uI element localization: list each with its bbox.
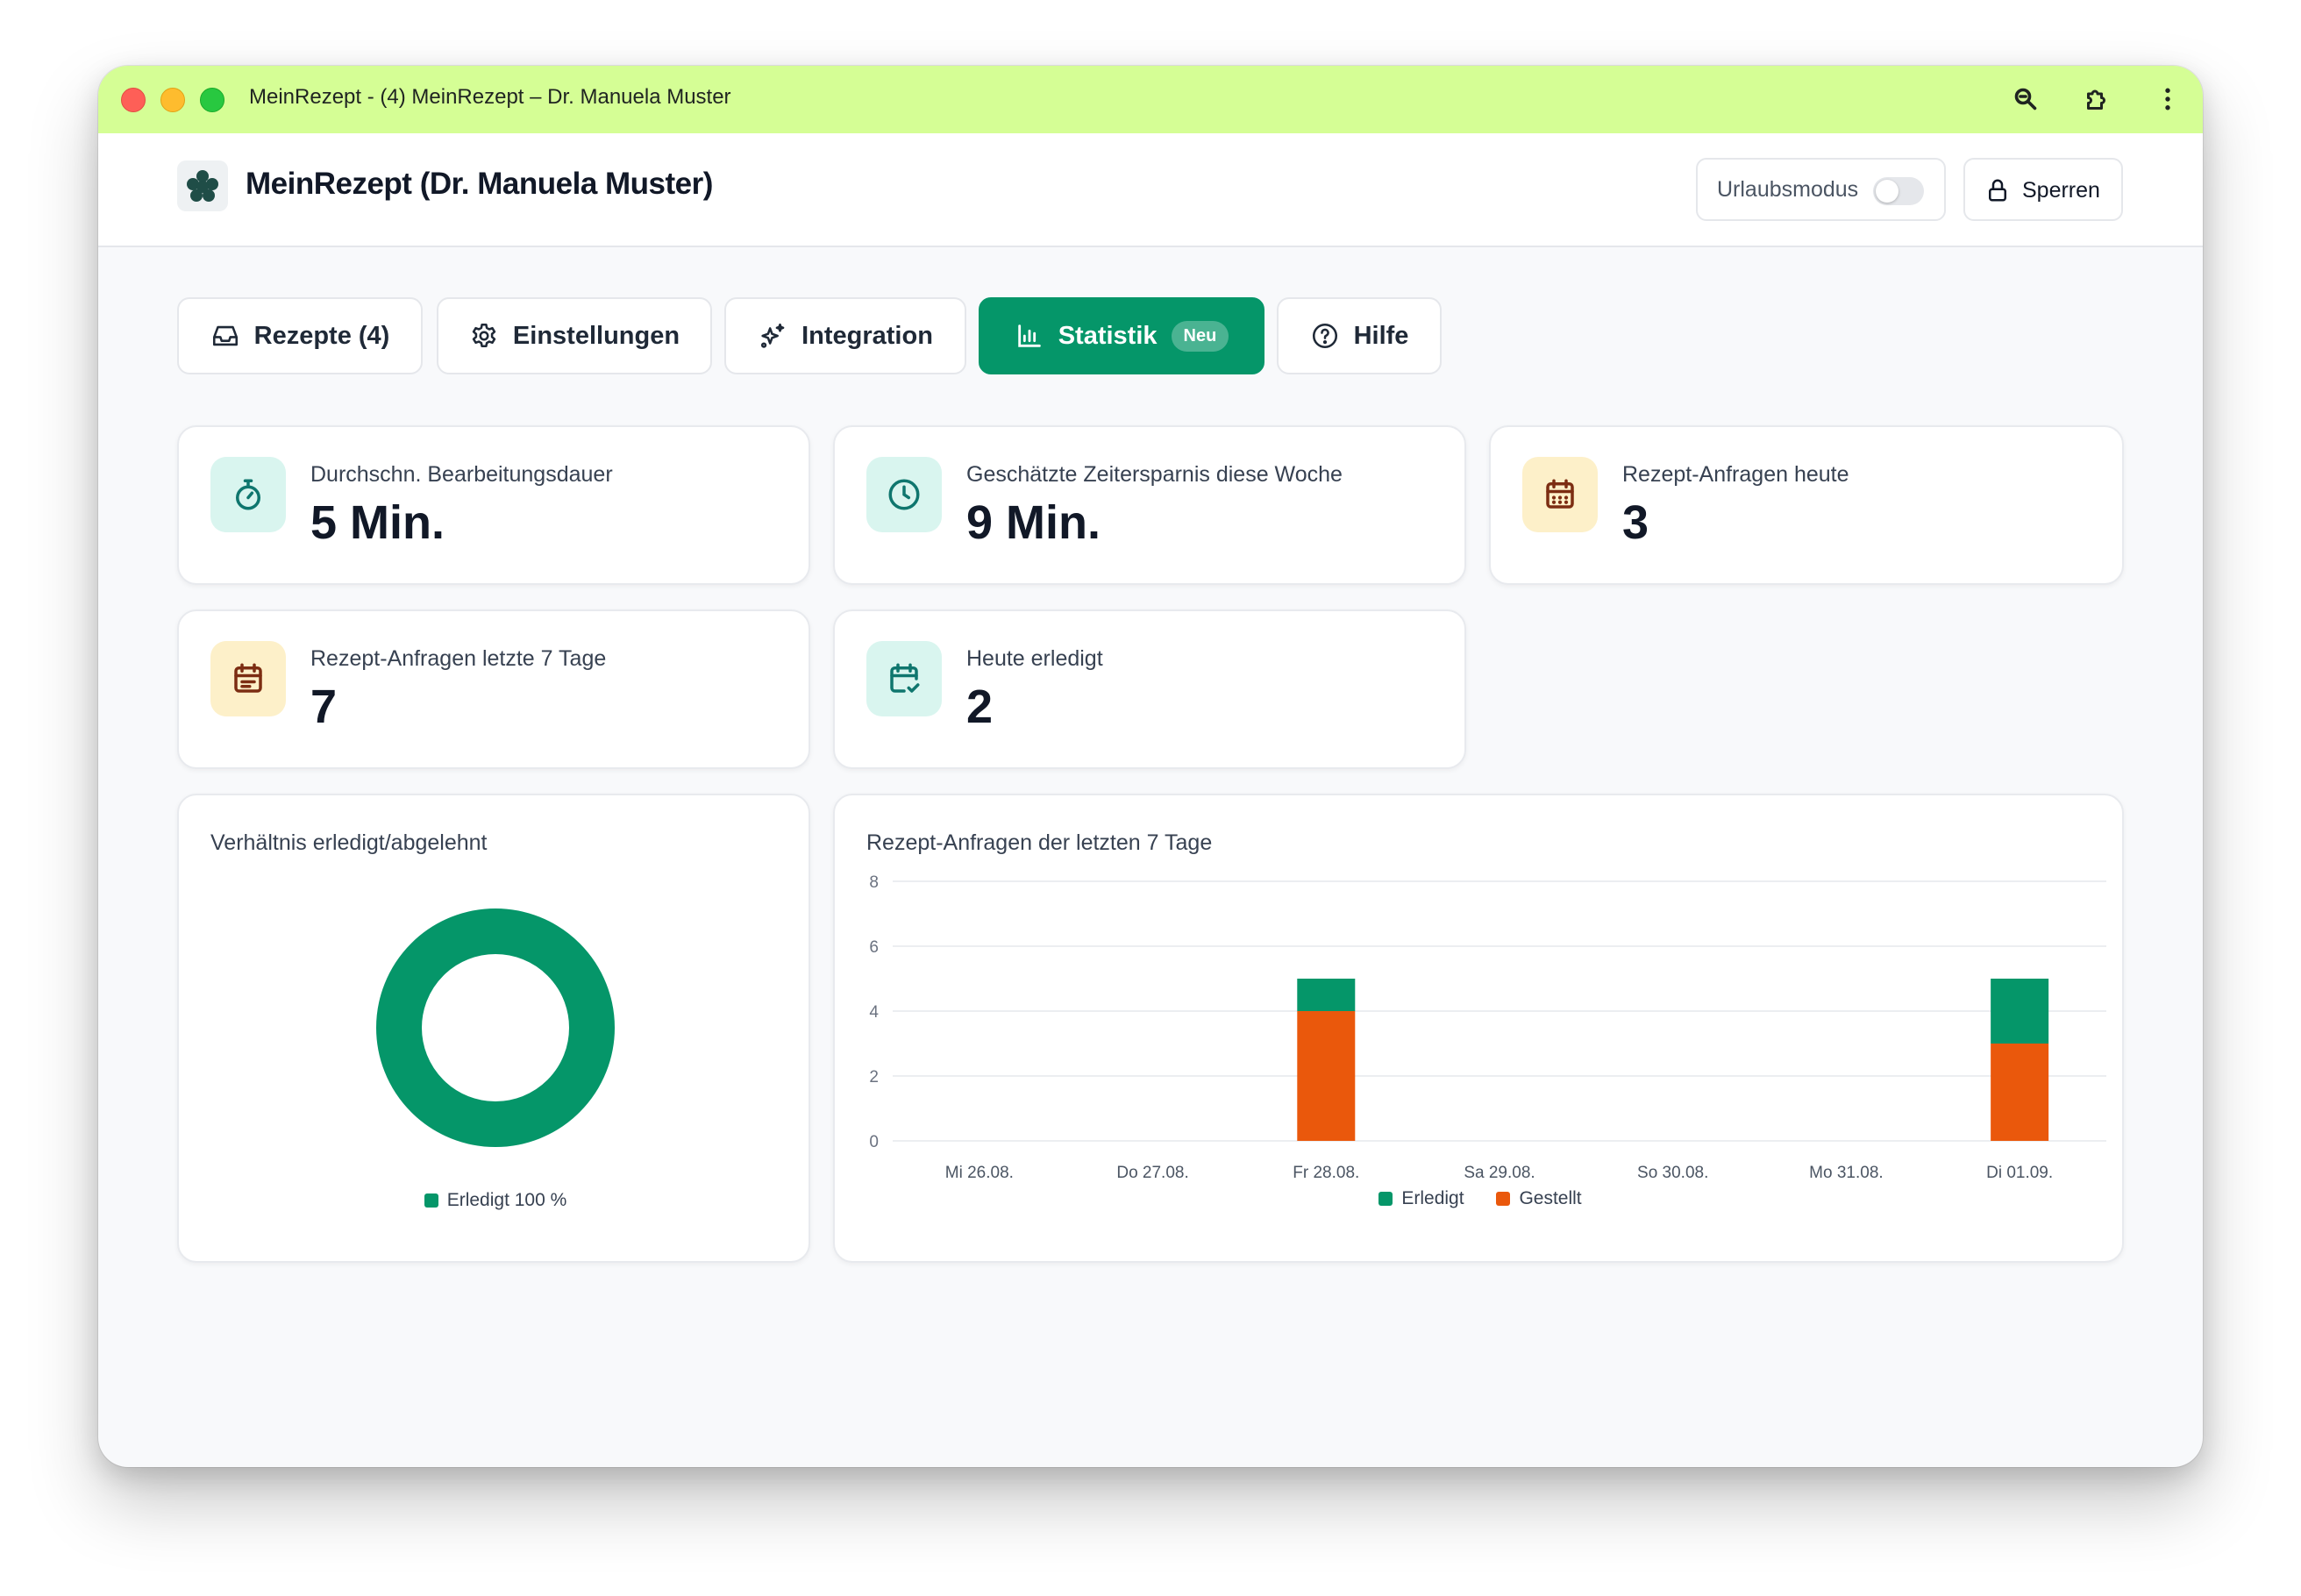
vacation-mode-label: Urlaubsmodus [1717,177,1859,202]
tab-label: Hilfe [1353,321,1409,350]
lock-icon [1989,179,2006,202]
legend-swatch [1496,1192,1511,1206]
tab-statistik[interactable]: Statistik Neu [979,297,1264,374]
sparkles-icon [761,323,785,348]
y-tick-label: 8 [869,873,879,892]
x-tick-label: Mo 31.08. [1809,1164,1884,1182]
tab-label: Rezepte (4) [253,321,390,350]
tab-label: Statistik [1058,321,1158,350]
x-tick-label: Mi 26.08. [945,1164,1014,1182]
close-window-button[interactable] [121,88,146,112]
stat-value: 2 [966,680,994,733]
window-title: MeinRezept - (4) MeinRezept – Dr. Manuel… [249,85,731,109]
y-tick-label: 2 [869,1068,879,1087]
minimize-window-button[interactable] [160,88,185,112]
stat-label: Rezept-Anfragen heute [1622,462,1849,487]
stat-value: 9 Min. [966,496,1101,549]
y-tick-label: 6 [869,938,879,957]
zoom-icon[interactable] [2010,83,2041,115]
stat-card-done-today: Heute erledigt 2 [833,609,1466,769]
tab-label: Integration [801,321,933,350]
stat-card-requests-7-days: Rezept-Anfragen letzte 7 Tage 7 [177,609,810,769]
x-tick-label: Di 01.09. [1986,1164,2053,1182]
tab-rezepte[interactable]: Rezepte (4) [177,297,423,374]
lock-button[interactable]: Sperren [1963,158,2123,221]
vacation-mode-toggle[interactable] [1873,177,1924,205]
y-tick-label: 4 [869,1003,879,1022]
bar-legend: Erledigt Gestellt [835,1188,2126,1210]
calendar-icon [1522,457,1598,532]
app-title: MeinRezept (Dr. Manuela Muster) [246,167,713,201]
legend-label: Gestellt [1519,1188,1582,1208]
stat-value: 5 Min. [310,496,445,549]
stat-card-requests-today: Rezept-Anfragen heute 3 [1489,425,2124,585]
browser-window: MeinRezept - (4) MeinRezept – Dr. Manuel… [98,66,2203,1467]
bar-gestellt [1991,1044,2049,1141]
legend-label: Erledigt [1401,1188,1464,1208]
donut-legend: Erledigt 100 % [179,1190,812,1212]
legend-item-erledigt: Erledigt 100 % [424,1190,567,1211]
donut-slice-erledigt [376,908,615,1147]
legend-swatch [1378,1192,1393,1206]
legend-item-gestellt: Gestellt [1496,1188,1582,1209]
maximize-window-button[interactable] [200,88,224,112]
timer-icon [210,457,286,532]
bar-chart-icon [1017,324,1041,347]
tab-hilfe[interactable]: Hilfe [1277,297,1442,374]
x-tick-label: Fr 28.08. [1293,1164,1359,1182]
extensions-icon[interactable] [2082,83,2113,115]
y-tick-label: 0 [869,1133,879,1151]
tab-label: Einstellungen [512,321,680,350]
x-tick-label: So 30.08. [1637,1164,1708,1182]
x-tick-label: Do 27.08. [1116,1164,1188,1182]
title-bar: MeinRezept - (4) MeinRezept – Dr. Manuel… [98,66,2203,133]
x-tick-label: Sa 29.08. [1464,1164,1535,1182]
bar-erledigt [1991,979,2049,1044]
more-options-icon[interactable] [2152,83,2183,115]
clock-icon [866,457,942,532]
stat-label: Durchschn. Bearbeitungsdauer [310,462,613,487]
toggle-knob [1876,180,1899,203]
help-circle-icon [1312,323,1337,349]
legend-swatch [424,1193,438,1208]
requests-chart-panel: Rezept-Anfragen der letzten 7 Tage 02468… [833,794,2124,1263]
stat-value: 7 [310,680,338,733]
gear-icon [472,323,496,348]
tab-einstellungen[interactable]: Einstellungen [437,297,712,374]
stat-card-avg-duration: Durchschn. Bearbeitungsdauer 5 Min. [177,425,810,585]
stat-value: 3 [1622,496,1649,549]
stat-card-time-saved: Geschätzte Zeitersparnis diese Woche 9 M… [833,425,1466,585]
legend-label: Erledigt 100 % [446,1190,567,1210]
bar-erledigt [1297,979,1356,1011]
legend-item-erledigt: Erledigt [1378,1188,1464,1209]
calendar-check-icon [866,641,942,716]
calendar-list-icon [210,641,286,716]
stat-label: Heute erledigt [966,646,1103,671]
stat-label: Geschätzte Zeitersparnis diese Woche [966,462,1343,487]
app-logo [177,160,228,211]
lock-button-label: Sperren [2022,178,2100,203]
bar-gestellt [1297,1011,1356,1141]
ratio-chart-panel: Verhältnis erledigt/abgelehnt Erledigt 1… [177,794,810,1263]
stat-label: Rezept-Anfragen letzte 7 Tage [310,646,607,671]
tab-integration[interactable]: Integration [724,297,966,374]
inbox-icon [212,325,238,346]
new-badge: Neu [1171,320,1229,352]
vacation-mode-control[interactable]: Urlaubsmodus [1696,158,1946,221]
